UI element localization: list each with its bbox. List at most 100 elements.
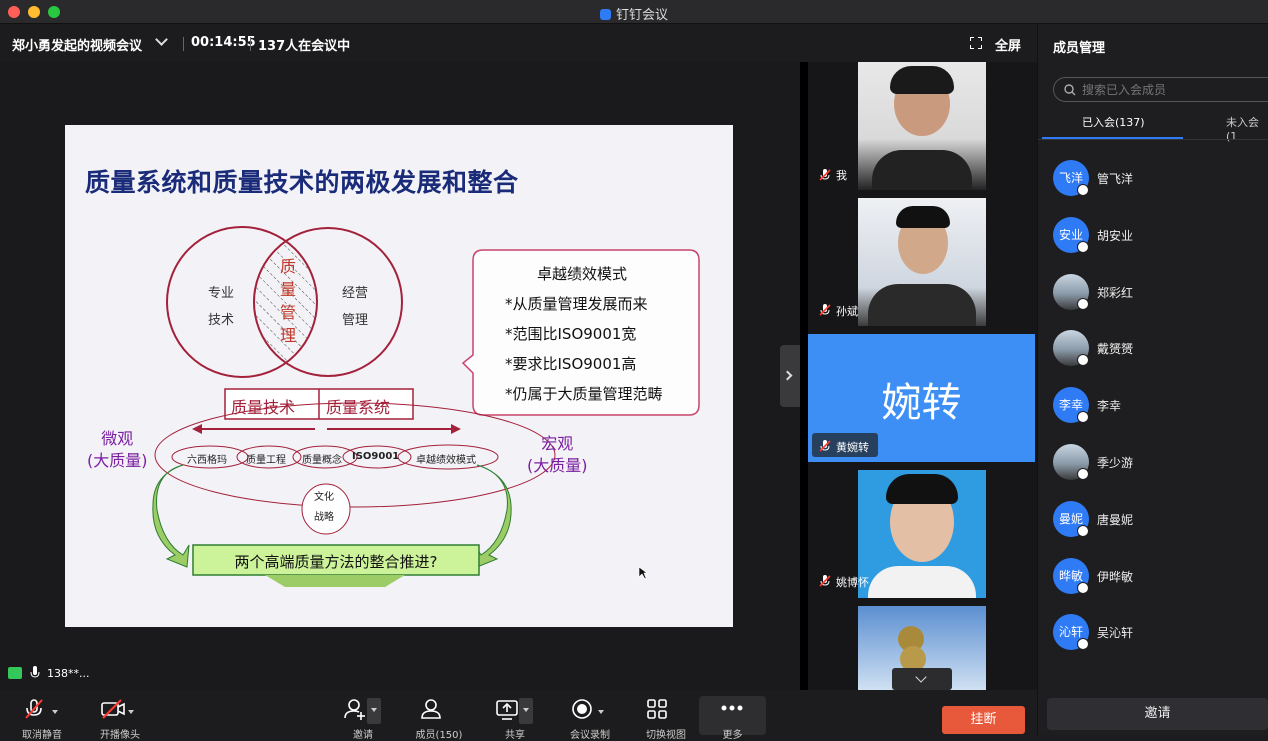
camera-label: 开播像头	[100, 730, 140, 741]
mic-icon	[30, 666, 40, 678]
mic-status-icon	[1077, 581, 1089, 594]
caret-down-icon[interactable]	[128, 710, 134, 714]
mic-status-icon	[1077, 297, 1089, 310]
caret-down-icon[interactable]	[598, 710, 604, 714]
invite-dropdown-button[interactable]	[367, 698, 381, 724]
mic-off-icon	[819, 304, 831, 316]
member-name: 管飞洋	[1097, 172, 1134, 186]
left-curve-arrow-icon	[152, 464, 190, 568]
more-label: 更多	[722, 730, 743, 741]
member-row[interactable]: 沁轩 吴沁轩	[1053, 614, 1268, 654]
grid-view-icon	[647, 699, 667, 719]
invite-button[interactable]: 邀请	[343, 698, 373, 741]
window-title-text: 钉钉会议	[615, 8, 668, 23]
video-tile-sunbin[interactable]	[858, 198, 986, 326]
quality-technique-label: 质量技术	[231, 398, 296, 417]
venn-left-label: 专业 技术	[208, 286, 235, 328]
mic-status-icon	[1077, 354, 1089, 367]
fullscreen-button[interactable]: 全屏	[995, 35, 1021, 54]
member-name: 季少游	[1097, 456, 1134, 470]
caret-down-icon	[371, 708, 377, 712]
member-name: 郑彩红	[1097, 285, 1134, 300]
member-row[interactable]: 飞洋 管飞洋	[1053, 160, 1268, 200]
dingtalk-logo-icon	[599, 9, 611, 20]
divider	[800, 62, 808, 690]
camera-button[interactable]: 开播像头	[100, 698, 140, 741]
mouse-cursor-icon	[638, 566, 648, 580]
member-name: 伊晔敏	[1097, 569, 1134, 584]
video-tile-me[interactable]	[858, 62, 986, 190]
member-row[interactable]: 曼妮 唐曼妮	[1053, 500, 1268, 541]
shared-slide: 质量系统和质量技术的两极发展和整合 专业 技术 质 量 管 理 经营 管理 卓越…	[65, 125, 733, 627]
chain-item: ISO9001	[352, 451, 400, 462]
meeting-timer: 00:14:55	[191, 35, 256, 50]
member-panel: 成员管理 已入会(137) 未入会(1 飞洋管飞洋安业胡安业郑彩红戴赟赟李幸李幸…	[1037, 24, 1268, 735]
mic-status-icon	[1077, 411, 1089, 424]
mic-status-icon	[1077, 184, 1089, 196]
member-name: 戴赟赟	[1097, 342, 1134, 357]
unmute-label: 取消静音	[22, 730, 62, 741]
more-button[interactable]: 更多	[699, 696, 766, 741]
invite-label: 邀请	[353, 730, 373, 741]
chat-icon[interactable]	[8, 667, 22, 679]
video-name: 姚博怀	[836, 576, 869, 589]
switch-view-button[interactable]: 切换视图	[646, 698, 686, 741]
switch-view-label: 切换视图	[646, 730, 686, 741]
divider	[183, 37, 184, 51]
chevron-down-icon[interactable]	[155, 33, 168, 46]
video-name: 我	[836, 169, 847, 182]
member-name: 唐曼妮	[1097, 512, 1134, 527]
meeting-title[interactable]: 郑小勇发起的视频会议	[12, 35, 142, 54]
member-row[interactable]: 郑彩红	[1053, 273, 1268, 314]
mic-off-icon	[819, 575, 831, 587]
integration-text: 两个高端质量方法的整合推进?	[234, 553, 438, 571]
venn-right-label: 经营 管理	[342, 286, 369, 328]
scroll-down-button[interactable]	[892, 668, 952, 690]
chain-item: 六西格玛	[187, 455, 227, 466]
video-name: 黄婉转	[836, 441, 869, 454]
video-tile-yaobohuai[interactable]	[858, 470, 986, 598]
member-row[interactable]: 安业 胡安业	[1053, 216, 1268, 257]
chain-item: 卓越绩效模式	[416, 455, 476, 466]
meeting-toolbar: 取消静音 开播像头 邀请 成员(150) 共享 会议录制 切换视图 更多	[0, 690, 1037, 741]
share-button[interactable]: 共享	[495, 698, 525, 741]
tab-joined[interactable]: 已入会(137)	[1082, 114, 1145, 130]
record-button[interactable]: 会议录制	[570, 698, 610, 741]
search-input[interactable]	[1082, 83, 1268, 97]
fullscreen-icon[interactable]	[970, 37, 982, 49]
video-column: 我 孙斌 婉转 黄婉转 姚博怀	[808, 62, 1037, 690]
invite-member-button[interactable]: 邀请	[1047, 698, 1268, 730]
mic-off-icon	[25, 699, 43, 719]
chain-item: 质量概念	[302, 455, 342, 466]
right-arrow-icon	[451, 424, 461, 434]
collapse-video-button[interactable]	[780, 345, 800, 407]
meeting-header: 郑小勇发起的视频会议 00:14:55 137人在会议中 全屏	[0, 24, 1037, 62]
members-button[interactable]: 成员(150)	[416, 698, 462, 741]
chevron-right-icon	[782, 370, 793, 381]
search-icon	[1064, 84, 1076, 96]
member-row[interactable]: 季少游	[1053, 444, 1268, 484]
chevron-down-icon	[915, 671, 927, 683]
add-user-icon	[344, 699, 365, 720]
participant-count: 137人在会议中	[258, 39, 351, 54]
venn-center-label: 质量管理	[279, 257, 296, 345]
video-name: 孙斌	[836, 305, 858, 318]
hangup-button[interactable]: 挂断	[942, 706, 1025, 734]
member-row[interactable]: 晔敏 伊晔敏	[1053, 557, 1268, 598]
mic-off-icon	[819, 440, 831, 452]
speaking-indicator: 138**...	[47, 667, 90, 680]
caret-down-icon[interactable]	[52, 710, 58, 714]
member-search[interactable]	[1053, 77, 1268, 102]
callout-text: 卓越绩效模式 *从质量管理发展而来 *范围比ISO9001宽 *要求比ISO90…	[505, 265, 663, 403]
avatar-text: 婉转	[881, 380, 962, 426]
members-icon	[421, 699, 441, 719]
mic-status-icon	[1077, 240, 1089, 253]
member-row[interactable]: 戴赟赟	[1053, 330, 1268, 370]
share-dropdown-button[interactable]	[519, 698, 533, 724]
chain-item: 质量工程	[246, 455, 286, 466]
divider	[250, 37, 251, 51]
mic-status-icon	[1077, 638, 1089, 651]
member-row[interactable]: 李幸 李幸	[1053, 387, 1268, 427]
divider	[1038, 139, 1268, 140]
unmute-button[interactable]: 取消静音	[22, 698, 62, 741]
